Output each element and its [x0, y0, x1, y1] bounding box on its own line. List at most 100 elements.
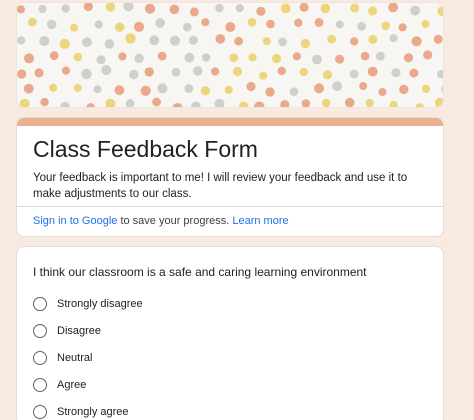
polka-dot: [344, 97, 355, 107]
polka-dot: [389, 101, 398, 107]
polka-dot: [435, 97, 443, 107]
polka-dot: [83, 3, 93, 12]
polka-dot: [94, 20, 103, 29]
polka-dot: [114, 85, 125, 96]
polka-dot: [320, 3, 331, 14]
polka-dot: [38, 4, 47, 14]
polka-dot: [60, 101, 70, 107]
polka-dot: [17, 36, 26, 45]
polka-dot: [378, 88, 387, 96]
polka-dot: [403, 53, 414, 63]
question-card: I think our classroom is a safe and cari…: [16, 246, 444, 420]
polka-dot: [277, 66, 286, 76]
radio-button[interactable]: [33, 378, 47, 392]
polka-dot: [144, 67, 154, 77]
learn-more-link[interactable]: Learn more: [232, 215, 288, 227]
polka-dot: [46, 19, 57, 30]
polka-dot: [105, 3, 116, 12]
polka-dot: [262, 37, 271, 46]
option-neutral[interactable]: Neutral: [33, 349, 92, 367]
polka-dot: [17, 69, 27, 79]
polka-dot: [437, 6, 443, 17]
polka-dot: [129, 69, 139, 80]
polka-dot: [144, 3, 156, 14]
polka-dot: [433, 34, 443, 44]
polka-dot: [39, 35, 50, 47]
polka-dot: [105, 98, 116, 107]
option-disagree[interactable]: Disagree: [33, 322, 101, 340]
sign-in-link[interactable]: Sign in to Google: [33, 215, 117, 227]
signin-row: Sign in to Google to save your progress.…: [33, 214, 289, 228]
polka-dot: [259, 71, 268, 80]
polka-dot: [398, 23, 407, 32]
polka-dot: [125, 99, 135, 107]
polka-dot: [265, 87, 275, 97]
polka-dot: [280, 3, 291, 14]
polka-dot: [280, 100, 290, 107]
polka-dot: [314, 83, 325, 94]
polka-dot: [300, 38, 311, 49]
polka-dot: [421, 84, 431, 93]
polka-dot-pattern: [17, 3, 443, 107]
polka-dot: [411, 36, 422, 47]
polka-dot: [359, 82, 368, 90]
polka-dot: [70, 23, 79, 32]
polka-dot: [96, 55, 106, 65]
polka-dot: [49, 83, 58, 92]
option-agree[interactable]: Agree: [33, 376, 86, 394]
radio-button[interactable]: [33, 324, 47, 338]
radio-button[interactable]: [33, 297, 47, 311]
polka-dot: [184, 52, 195, 63]
polka-dot: [17, 5, 25, 14]
polka-dot: [391, 68, 401, 78]
question-text: I think our classroom is a safe and cari…: [33, 265, 367, 279]
option-label: Neutral: [57, 352, 93, 364]
polka-dot: [201, 18, 210, 27]
polka-dot: [34, 68, 44, 78]
polka-dot: [23, 83, 34, 94]
polka-dot: [133, 21, 145, 32]
polka-dot: [357, 22, 366, 31]
polka-dot: [415, 103, 425, 107]
polka-dot: [381, 21, 391, 31]
polka-dot: [409, 68, 419, 78]
polka-dot: [49, 51, 59, 61]
polka-dot: [368, 35, 378, 44]
polka-dot: [235, 4, 244, 13]
option-strongly-disagree[interactable]: Strongly disagree: [33, 295, 143, 313]
signin-text: to save your progress.: [117, 215, 233, 227]
polka-dot: [215, 34, 226, 44]
radio-button[interactable]: [33, 405, 47, 419]
option-label: Disagree: [57, 325, 102, 337]
form-description: Your feedback is important to me! I will…: [33, 172, 408, 200]
polka-dot: [246, 81, 256, 92]
polka-dot: [289, 87, 299, 96]
radio-button[interactable]: [33, 351, 47, 365]
option-label: Strongly disagree: [57, 298, 143, 310]
polka-dot: [172, 103, 183, 107]
polka-dot: [335, 54, 345, 64]
polka-dot: [73, 83, 82, 92]
header-banner-image: [16, 2, 444, 108]
polka-dot: [28, 17, 37, 27]
polka-dot: [421, 19, 430, 28]
polka-dot: [229, 53, 239, 63]
option-strongly-agree[interactable]: Strongly agree: [33, 403, 129, 420]
polka-dot: [327, 34, 336, 44]
polka-dot: [399, 84, 409, 95]
polka-dot: [59, 38, 70, 49]
polka-dot: [254, 101, 265, 107]
polka-dot: [389, 34, 398, 43]
form-title: Class Feedback Form: [33, 136, 258, 162]
polka-dot: [278, 37, 287, 47]
polka-dot: [115, 22, 125, 32]
polka-dot: [388, 3, 398, 13]
polka-dot: [350, 37, 359, 46]
polka-dot: [189, 7, 199, 17]
polka-dot: [349, 69, 359, 79]
polka-dot: [292, 52, 301, 61]
option-label: Strongly agree: [57, 406, 129, 418]
polka-dot: [149, 35, 160, 46]
polka-dot: [202, 53, 211, 62]
polka-dot: [93, 85, 102, 94]
